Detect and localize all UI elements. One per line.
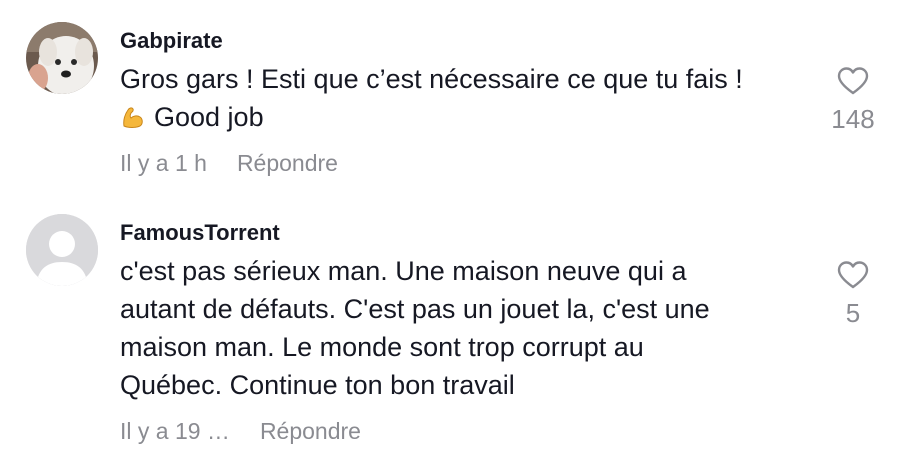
flexed-biceps-icon [120, 102, 146, 140]
reply-button[interactable]: Répondre [260, 418, 361, 444]
comment-item: FamousTorrent c'est pas sérieux man. Une… [0, 190, 904, 454]
avatar[interactable] [26, 22, 98, 94]
comment-text-line: maison man. Le monde sont trop corrupt a… [120, 332, 644, 362]
dog-avatar-image [26, 22, 98, 94]
reply-button[interactable]: Répondre [237, 150, 338, 176]
heart-outline-icon [837, 67, 869, 95]
comment-text-line-2: Good job [154, 102, 264, 132]
comment-text-line: Gros gars ! Esti que c’est nécessaire ce… [120, 64, 743, 94]
default-user-avatar-image [26, 214, 98, 286]
comment-timestamp: Il y a 1 h [120, 150, 207, 176]
comment-meta: Il y a 1 h Répondre [120, 150, 338, 177]
comment-item: Gabpirate Gros gars ! Esti que c’est néc… [0, 0, 904, 190]
comment-timestamp: Il y a 19 … [120, 418, 230, 444]
avatar[interactable] [26, 214, 98, 286]
comment-meta: Il y a 19 … Répondre [120, 418, 361, 445]
comment-username[interactable]: FamousTorrent [120, 220, 280, 246]
comment-text-line: Québec. Continue ton bon travail [120, 370, 515, 400]
like-button[interactable]: 148 [818, 66, 888, 135]
like-count: 148 [831, 104, 875, 134]
comment-text-line: Good job [120, 98, 743, 140]
like-count: 5 [845, 298, 861, 328]
heart-outline-icon [837, 261, 869, 289]
comment-text-line: c'est pas sérieux man. Une maison neuve … [120, 256, 687, 286]
like-button[interactable]: 5 [818, 260, 888, 329]
comment-text: Gros gars ! Esti que c’est nécessaire ce… [120, 60, 743, 140]
comment-text: c'est pas sérieux man. Une maison neuve … [120, 252, 710, 404]
comment-text-line: autant de défauts. C'est pas un jouet la… [120, 294, 710, 324]
comment-username[interactable]: Gabpirate [120, 28, 223, 54]
